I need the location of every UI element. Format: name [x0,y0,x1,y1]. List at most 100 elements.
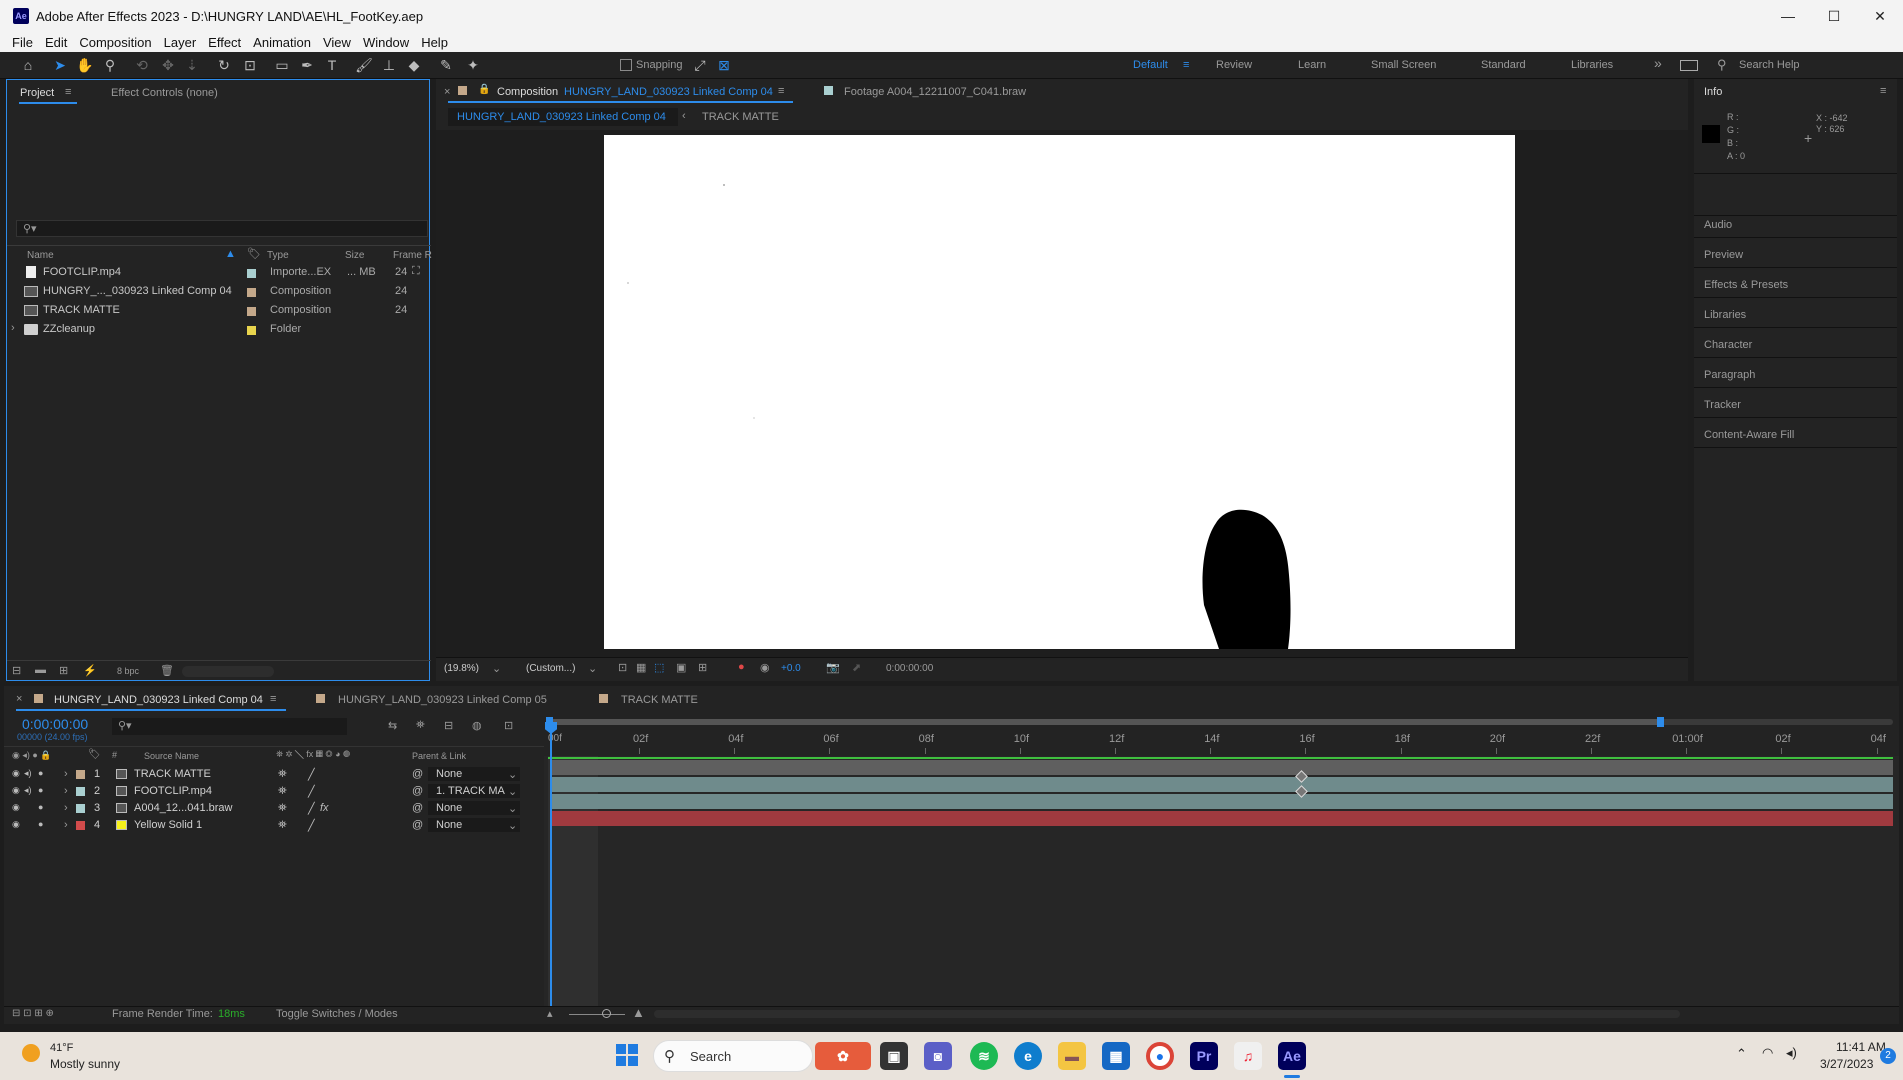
puppet-pin-icon[interactable]: ✦ [463,56,483,74]
timeline-layer-row[interactable]: ◉ ◂) ● › 2 FOOTCLIP.mp4 ⛯ ╱ @1. TRACK MA ⌄ [4,783,544,800]
new-composition-icon[interactable]: ⊞ [59,664,68,677]
thumbnail-scrollbar[interactable] [182,666,274,677]
composition-tab-prefix[interactable]: Composition [497,86,558,98]
zoom-tool-icon[interactable]: ⚲ [100,56,120,74]
workspace-small-screen[interactable]: Small Screen [1371,59,1436,71]
transparency-grid-icon[interactable]: ▦ [636,661,646,674]
label-color-swatch[interactable] [247,307,256,316]
dependencies-icon[interactable]: ⚡ [83,664,97,677]
shy-switch-icon[interactable]: ⛯ [278,768,287,781]
color-channels-icon[interactable]: ● [738,661,745,673]
column-size[interactable]: Size [345,250,364,261]
workspace-default[interactable]: Default [1133,59,1168,71]
solo-dot-icon[interactable]: ● [38,768,43,778]
current-time-display[interactable]: 0:00:00:00 [886,663,933,674]
workspace-standard[interactable]: Standard [1481,59,1526,71]
expand-chevron-icon[interactable]: › [64,785,68,797]
edge-browser-icon[interactable]: e [1014,1042,1042,1070]
eraser-tool-icon[interactable]: ◆ [404,56,424,74]
layer-name[interactable]: FOOTCLIP.mp4 [134,785,212,797]
clone-stamp-icon[interactable]: ⊥ [379,56,399,74]
maximize-button[interactable]: ☐ [1811,0,1857,32]
itunes-icon[interactable]: ♫ [1234,1042,1262,1070]
layer-label-swatch[interactable] [76,787,85,796]
work-area-end-handle[interactable] [1657,717,1664,727]
weather-sun-icon[interactable] [22,1044,40,1062]
effect-switch[interactable]: fx [320,802,329,814]
timeline-tab-comp-05[interactable]: HUNGRY_LAND_030923 Linked Comp 05 [338,694,547,706]
frame-blending-icon[interactable]: ◍ [472,719,482,732]
quality-switch-icon[interactable]: ╱ [308,768,315,781]
menu-view[interactable]: View [319,35,359,50]
audio-speaker-icon[interactable]: ◂) [24,785,32,796]
timeline-timecode[interactable]: 0:00:00:00 [22,716,88,732]
fast-previews-icon[interactable]: ⊡ [618,661,627,674]
workspace-learn[interactable]: Learn [1298,59,1326,71]
graph-editor-icon[interactable]: ⊡ [504,719,513,732]
wifi-icon[interactable]: ◠ [1762,1045,1773,1061]
menu-help[interactable]: Help [417,35,456,50]
composition-mini-flowchart-icon[interactable]: ⇆ [388,719,397,732]
project-item-row[interactable]: TRACK MATTE Composition 24 [7,302,431,321]
expand-chevron-icon[interactable]: › [64,802,68,814]
hand-tool-icon[interactable]: ✋ [75,56,95,74]
pickwhip-icon[interactable]: @ [412,819,423,831]
project-search-input[interactable]: ⚲▾ [16,220,428,237]
resolution-dropdown[interactable]: (Custom...) [526,663,575,674]
home-icon[interactable]: ⌂ [18,56,38,74]
shy-switch-icon[interactable]: ⛯ [278,819,287,832]
timeline-tab-comp-04[interactable]: HUNGRY_LAND_030923 Linked Comp 04 [54,694,263,706]
parent-dropdown[interactable]: None [436,802,462,814]
snapping-checkbox[interactable] [620,59,632,71]
parent-dropdown[interactable]: None [436,819,462,831]
footage-tab[interactable]: Footage A004_12211007_C041.braw [844,86,1026,98]
zoom-out-icon[interactable]: ▴ [547,1007,553,1020]
microsoft-store-icon[interactable]: ▦ [1102,1042,1130,1070]
menu-composition[interactable]: Composition [75,35,159,50]
roto-brush-icon[interactable]: ✎ [436,56,456,74]
layer-label-swatch[interactable] [76,821,85,830]
panel-menu-icon[interactable]: ≡ [778,85,784,97]
windows-start-icon[interactable] [616,1044,638,1066]
quality-switch-icon[interactable]: ╱ [308,785,315,798]
close-button[interactable]: ✕ [1857,0,1903,32]
teams-chat-icon[interactable]: ◙ [924,1042,952,1070]
label-column-icon[interactable]: 🏷 [247,247,261,260]
solo-dot-icon[interactable]: ● [38,819,43,829]
timeline-layer-row[interactable]: ◉ ● › 3 A004_12...041.braw ⛯ ╱ fx @ None ⌄ [4,800,544,817]
pickwhip-icon[interactable]: @ [412,768,423,780]
zoom-in-icon[interactable]: ▲ [632,1005,645,1020]
timeline-layer-row[interactable]: ◉ ◂) ● › 1 TRACK MATTE ⛯ ╱ @ None ⌄ [4,766,544,783]
type-tool-icon[interactable]: T [322,56,342,74]
visibility-eye-icon[interactable]: ◉ [12,819,20,830]
shy-layers-icon[interactable]: ⊟ [444,719,453,732]
new-folder-icon[interactable]: ▬ [35,664,46,676]
trash-icon[interactable]: 🗑 [160,664,174,677]
bit-depth-button[interactable]: 8 bpc [117,666,139,676]
selection-tool-icon[interactable]: ➤ [50,56,70,74]
notification-badge[interactable]: 2 [1880,1048,1896,1064]
column-frame-rate[interactable]: Frame R [393,250,432,261]
expand-chevron-icon[interactable]: › [64,768,68,780]
weather-temp[interactable]: 41°F [50,1042,73,1054]
breadcrumb-next-comp[interactable]: TRACK MATTE [702,111,779,123]
audio-speaker-icon[interactable]: ◂) [24,768,32,779]
timeline-search-input[interactable]: ⚲▾ [112,718,347,735]
section-audio[interactable]: Audio [1704,219,1732,231]
composition-viewer[interactable] [436,130,1688,657]
workspace-review[interactable]: Review [1216,59,1252,71]
dolly-camera-icon[interactable]: ⇣ [182,56,202,74]
timeline-horizontal-scrollbar[interactable] [654,1010,1680,1018]
sort-ascending-icon[interactable]: ▲ [225,248,236,260]
section-character[interactable]: Character [1704,339,1752,351]
task-view-icon[interactable]: ▣ [880,1042,908,1070]
section-effects-presets[interactable]: Effects & Presets [1704,279,1788,291]
region-of-interest-icon[interactable]: ▣ [676,661,686,674]
visibility-eye-icon[interactable]: ◉ [12,785,20,796]
label-color-swatch[interactable] [247,326,256,335]
snapping-options-icon[interactable]: ⤢ [690,56,710,74]
draft-3d-icon[interactable]: ⛯ [416,719,425,732]
layer-bars-area[interactable] [544,756,1899,1006]
orbit-camera-icon[interactable]: ⟲ [132,56,152,74]
time-ruler[interactable]: 00f 02f 04f 06f 08f 10f 12f 14f 16f 18f 20f 22f 01:… [544,716,1899,756]
